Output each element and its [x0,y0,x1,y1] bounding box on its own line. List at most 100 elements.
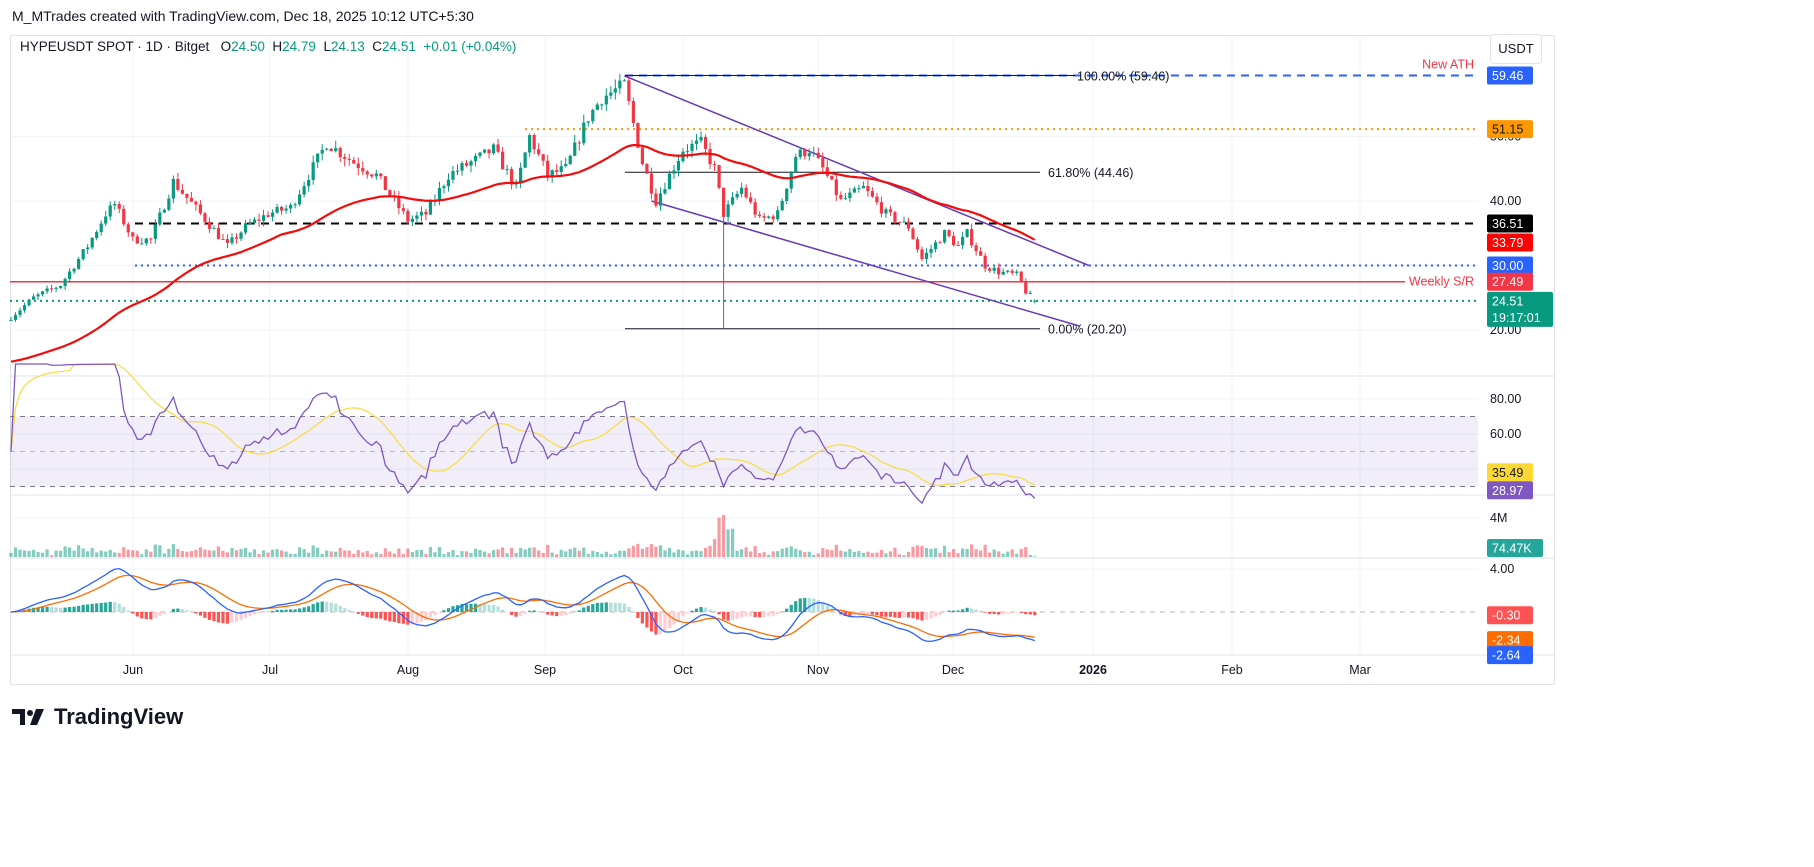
candle-body [167,198,171,210]
candle-body [758,214,762,217]
volume-bar [712,539,717,557]
candle-body [176,178,180,190]
candle-body [185,193,189,198]
candle-body [794,157,798,172]
volume-bar [776,551,780,557]
chart-canvas[interactable]: New ATH Weekly S/R 100.00% (59.46) 61.80% (… [0,0,1814,867]
candle-body [239,232,243,239]
currency-button[interactable]: USDT [1490,34,1542,64]
time-tick: Jun [123,663,143,677]
candle-body [546,160,550,177]
volume-bar [365,550,369,557]
candle-body [275,206,279,213]
volume-bar [974,549,978,557]
volume-bar [893,547,897,557]
tag-macd-signal-text: -2.34 [1492,634,1521,648]
tradingview-logo[interactable]: TradingView [12,704,183,730]
volume-bar [347,550,351,557]
fib-label: 61.80% (44.46) [1048,166,1133,180]
volume-bar [924,547,929,557]
candle-body [667,173,672,190]
open-label: O [220,39,232,54]
volume-bar [464,551,469,557]
volume-bar [956,553,960,557]
volume-bar [857,550,861,557]
candle-body [740,187,744,194]
macd-histogram-bar [965,607,969,612]
volume-bar [505,553,509,557]
candle-body [870,191,875,197]
tag-last-price: 24.51 19:17:01 [1487,291,1553,327]
macd-histogram-bar [758,612,762,618]
macd-histogram-bar [144,612,148,620]
candle-body [397,196,401,209]
macd-histogram-bar [293,609,297,612]
volume-bar [834,544,838,557]
macd-histogram-bar [703,607,708,612]
symbol-title[interactable]: HYPEUSDT SPOT · 1D · Bitget [20,39,209,54]
volume-bar [519,548,523,557]
macd-histogram-bar [176,608,180,612]
volume-bar [320,554,324,557]
tag-blue: 30.00 [1487,256,1533,275]
candle-body [40,291,45,295]
macd-histogram-bar [153,612,157,618]
candle-body [383,176,387,191]
volume-bar [230,547,234,557]
macd-histogram-bar [888,612,893,617]
volume-bar [758,553,762,557]
volume-bar [690,550,694,557]
volume-bar [280,550,284,557]
logo-text: TradingView [54,704,184,729]
volume-bar [532,547,536,557]
candle-body [230,237,234,243]
volume-bar [22,550,27,557]
volume-bar [18,549,22,557]
last-price-text: 24.51 [1492,294,1523,308]
candle-body [329,148,333,152]
volume-bar [221,550,225,557]
volume-bar [1028,554,1032,557]
candle-body [365,171,369,175]
macd-histogram-bar [550,612,554,616]
macd-histogram-bar [433,612,437,616]
volume-bar [929,548,933,557]
macd-histogram-bar [771,612,775,616]
volume-bar [298,547,302,557]
volume-bar [176,549,180,557]
candle-body [839,194,843,199]
volume-bar [189,551,193,557]
volume-bar [708,545,712,557]
macd-histogram-bar [717,612,721,615]
macd-histogram-bar [762,612,766,618]
volume-bar [307,552,311,557]
volume-bar [555,554,559,557]
candle-body [798,149,802,158]
tag-ath-text: 59.46 [1492,69,1523,83]
volume-bar [207,550,212,557]
candle-body [49,288,54,290]
candle-body [280,206,284,211]
volume-bar [803,552,807,557]
candle-body [938,242,942,244]
volume-bar [40,552,45,557]
macd-histogram-bar [875,612,879,616]
macd-histogram-bar [428,612,433,618]
low-value: 24.13 [330,39,365,54]
macd-histogram-bar [388,612,392,622]
volume-bar [424,553,428,557]
volume-bar [13,547,18,557]
candle-body [437,188,442,201]
candle-body [1006,270,1010,272]
high-value: 24.79 [282,39,316,54]
volume-bar [564,551,568,557]
channel-lower-line [651,200,1081,327]
time-tick: Mar [1349,663,1371,677]
candle-body [104,216,108,224]
candle-body [203,213,207,222]
macd-histogram-bar [122,606,126,612]
candle-body [311,162,315,181]
macd-histogram-bar [162,612,166,615]
macd-histogram-bar [248,612,252,617]
volume-bar [839,550,843,557]
